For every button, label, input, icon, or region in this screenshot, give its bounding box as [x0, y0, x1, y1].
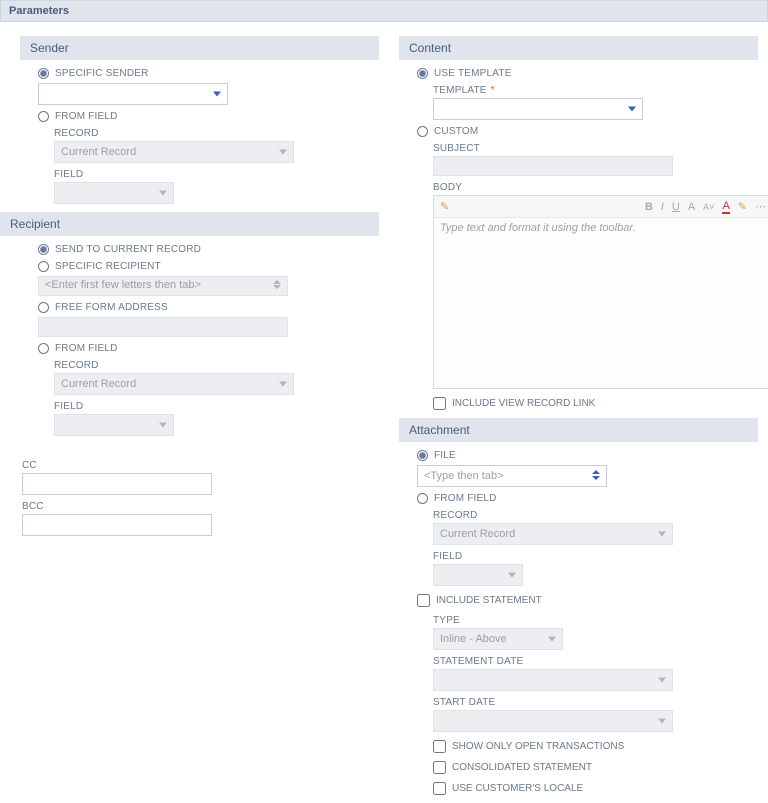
content-header: Content: [399, 36, 758, 60]
sender-fromfield-radio[interactable]: [38, 111, 49, 122]
recipient-record-value: Current Record: [61, 378, 136, 390]
attachment-record-label: RECORD: [433, 510, 758, 521]
use-locale-checkbox[interactable]: [433, 782, 446, 795]
body-label: BODY: [433, 182, 758, 193]
attachment-record-value: Current Record: [440, 528, 515, 540]
attachment-file-label: FILE: [434, 450, 456, 461]
recipient-record-label: RECORD: [54, 360, 379, 371]
show-open-label: SHOW ONLY OPEN TRANSACTIONS: [452, 741, 624, 752]
recipient-specific-placeholder: <Enter first few letters then tab>: [45, 279, 201, 291]
chevron-down-icon: [658, 532, 666, 537]
start-date-label: START DATE: [433, 697, 758, 708]
fontcolor-icon[interactable]: A: [722, 200, 729, 214]
recipient-fromfield-label: FROM FIELD: [55, 343, 118, 354]
include-view-link-checkbox[interactable]: [433, 397, 446, 410]
recipient-record-select[interactable]: Current Record: [54, 373, 294, 395]
sender-header: Sender: [20, 36, 379, 60]
recipient-specific-radio[interactable]: [38, 261, 49, 272]
content-template-radio[interactable]: [417, 68, 428, 79]
recipient-freeform-label: FREE FORM ADDRESS: [55, 302, 168, 313]
right-column: Content USE TEMPLATE TEMPLATE* CUSTOM SU…: [399, 28, 758, 803]
attachment-file-radio[interactable]: [417, 450, 428, 461]
use-locale-label: USE CUSTOMER'S LOCALE: [452, 783, 583, 794]
chevron-down-icon: [548, 637, 556, 642]
recipient-field-select[interactable]: [54, 414, 174, 436]
sender-fromfield-label: FROM FIELD: [55, 111, 118, 122]
sender-specific-select[interactable]: [38, 83, 228, 105]
subject-label: SUBJECT: [433, 143, 758, 154]
cc-label: CC: [22, 460, 379, 471]
recipient-header: Recipient: [0, 212, 379, 236]
recipient-specific-select[interactable]: <Enter first few letters then tab>: [38, 276, 288, 296]
show-open-checkbox[interactable]: [433, 740, 446, 753]
include-view-link-label: INCLUDE VIEW RECORD LINK: [452, 398, 595, 409]
consolidated-label: CONSOLIDATED STATEMENT: [452, 762, 592, 773]
attachment-fromfield-radio[interactable]: [417, 493, 428, 504]
sender-specific-label: SPECIFIC SENDER: [55, 68, 149, 79]
recipient-freeform-input[interactable]: [38, 317, 288, 337]
content-template-radio-label: USE TEMPLATE: [434, 68, 512, 79]
chevron-down-icon: [658, 678, 666, 683]
recipient-current-radio[interactable]: [38, 244, 49, 255]
multiselect-icon: [592, 470, 600, 480]
attachment-file-placeholder: <Type then tab>: [424, 470, 504, 482]
body-textarea[interactable]: Type text and format it using the toolba…: [434, 218, 768, 388]
chevron-down-icon: [508, 573, 516, 578]
sender-record-value: Current Record: [61, 146, 136, 158]
sender-specific-radio[interactable]: [38, 68, 49, 79]
sender-record-select[interactable]: Current Record: [54, 141, 294, 163]
include-statement-checkbox[interactable]: [417, 594, 430, 607]
attachment-field-label: FIELD: [433, 551, 758, 562]
statement-date-select[interactable]: [433, 669, 673, 691]
multiselect-icon: [273, 280, 281, 289]
statement-date-label: STATEMENT DATE: [433, 656, 758, 667]
chevron-down-icon: [279, 382, 287, 387]
subject-input[interactable]: [433, 156, 673, 176]
bold-icon[interactable]: B: [645, 201, 653, 213]
recipient-freeform-radio[interactable]: [38, 302, 49, 313]
body-editor[interactable]: ✎ B I U A A˅ A ✎ ⋯ Type text and format …: [433, 195, 768, 389]
sender-field-label: FIELD: [54, 169, 379, 180]
consolidated-checkbox[interactable]: [433, 761, 446, 774]
type-select[interactable]: Inline - Above: [433, 628, 563, 650]
recipient-specific-label: SPECIFIC RECIPIENT: [55, 261, 161, 272]
chevron-down-icon: [213, 92, 221, 97]
chevron-down-icon: [159, 423, 167, 428]
type-label: TYPE: [433, 615, 758, 626]
highlight-icon[interactable]: ✎: [738, 200, 747, 213]
chevron-down-icon: [159, 191, 167, 196]
left-column: Sender SPECIFIC SENDER FROM FIELD RECORD…: [20, 28, 379, 803]
rte-toolbar: ✎ B I U A A˅ A ✎ ⋯: [434, 196, 768, 218]
content-custom-label: CUSTOM: [434, 126, 478, 137]
edit-icon[interactable]: ✎: [440, 200, 449, 213]
content-custom-radio[interactable]: [417, 126, 428, 137]
recipient-field-label: FIELD: [54, 401, 379, 412]
sender-field-select[interactable]: [54, 182, 174, 204]
bcc-label: BCC: [22, 501, 379, 512]
font-icon[interactable]: A: [688, 201, 695, 213]
attachment-header: Attachment: [399, 418, 758, 442]
chevron-down-icon: [658, 719, 666, 724]
chevron-down-icon: [628, 107, 636, 112]
more-icon[interactable]: ⋯: [755, 200, 766, 213]
attachment-file-select[interactable]: <Type then tab>: [417, 465, 607, 487]
template-label: TEMPLATE*: [433, 85, 758, 96]
start-date-select[interactable]: [433, 710, 673, 732]
template-select[interactable]: [433, 98, 643, 120]
chevron-down-icon: [279, 150, 287, 155]
sender-record-label: RECORD: [54, 128, 379, 139]
recipient-fromfield-radio[interactable]: [38, 343, 49, 354]
parameters-header: Parameters: [0, 0, 768, 22]
recipient-current-label: SEND TO CURRENT RECORD: [55, 244, 201, 255]
italic-icon[interactable]: I: [661, 201, 664, 213]
fontsize-icon[interactable]: A˅: [703, 202, 714, 212]
attachment-record-select[interactable]: Current Record: [433, 523, 673, 545]
type-value: Inline - Above: [440, 633, 507, 645]
include-statement-label: INCLUDE STATEMENT: [436, 595, 542, 606]
bcc-input[interactable]: [22, 514, 212, 536]
attachment-fromfield-label: FROM FIELD: [434, 493, 497, 504]
cc-input[interactable]: [22, 473, 212, 495]
attachment-field-select[interactable]: [433, 564, 523, 586]
underline-icon[interactable]: U: [672, 201, 680, 213]
